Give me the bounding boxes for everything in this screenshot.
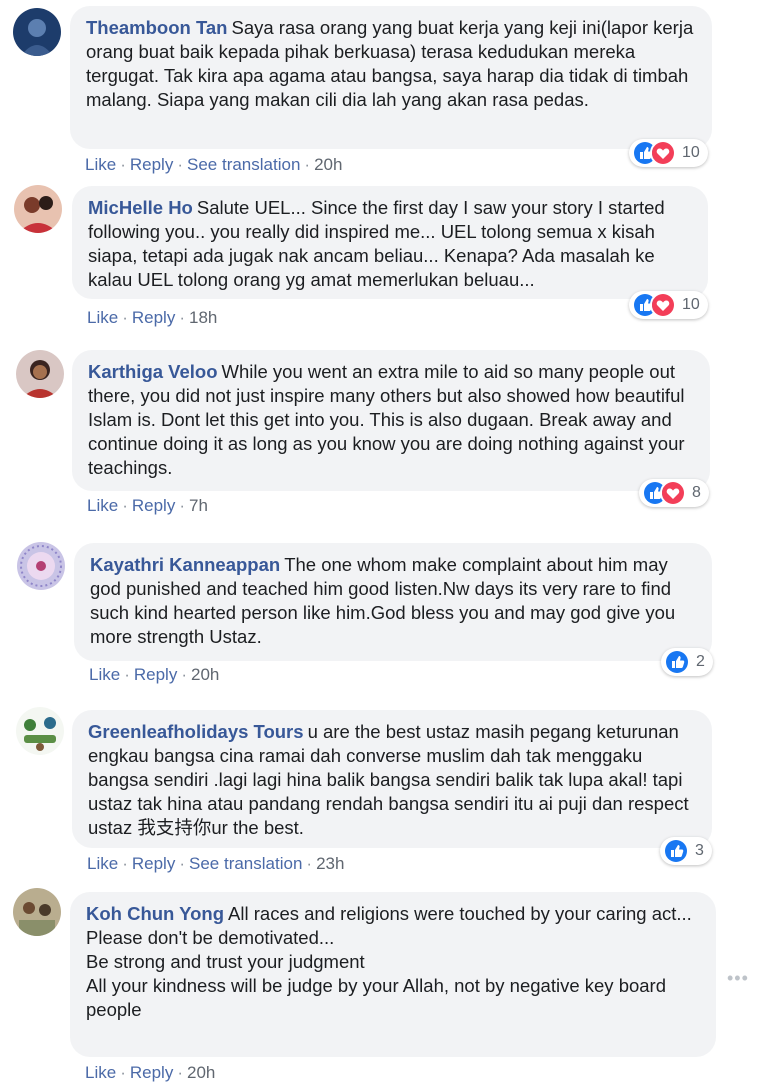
comment-author[interactable]: Kayathri Kanneappan [90, 554, 280, 575]
comment-bubble: Koh Chun Yong All races and religions wer… [70, 892, 716, 1057]
like-link[interactable]: Like [87, 854, 118, 873]
love-icon [660, 480, 686, 506]
reaction-summary[interactable]: 10 [629, 291, 708, 319]
comment-actions: Like · Reply · 20h [89, 665, 220, 684]
like-link[interactable]: Like [87, 308, 118, 327]
reaction-summary[interactable]: 3 [660, 837, 712, 865]
reply-link[interactable]: Reply [130, 1063, 173, 1082]
comment-actions: Like · Reply · See translation · 23h [87, 854, 345, 873]
reaction-count: 10 [682, 296, 700, 313]
reply-link[interactable]: Reply [132, 854, 175, 873]
see-translation-link[interactable]: See translation [189, 854, 302, 873]
comment-author[interactable]: Theamboon Tan [86, 17, 228, 38]
avatar[interactable] [13, 888, 61, 936]
love-icon [650, 140, 676, 166]
comment-time[interactable]: 20h [187, 1063, 215, 1082]
comment-actions: Like · Reply · See translation · 20h [85, 155, 343, 174]
like-link[interactable]: Like [89, 665, 120, 684]
reply-link[interactable]: Reply [132, 496, 175, 515]
avatar[interactable] [16, 350, 64, 398]
comment-actions: Like · Reply · 7h [87, 496, 208, 515]
comment-author[interactable]: Koh Chun Yong [86, 903, 224, 924]
comment-text-continued: Please don't be demotivated... Be strong… [86, 927, 667, 1020]
comment-time[interactable]: 23h [316, 854, 344, 873]
like-link[interactable]: Like [87, 496, 118, 515]
comment-actions: Like · Reply · 20h [85, 1063, 216, 1082]
reaction-count: 3 [695, 842, 704, 859]
reply-link[interactable]: Reply [134, 665, 177, 684]
reaction-count: 8 [692, 484, 701, 501]
avatar[interactable] [17, 542, 65, 590]
like-link[interactable]: Like [85, 1063, 116, 1082]
comment-bubble: Karthiga Veloo While you went an extra mi… [72, 350, 710, 491]
comment-actions: Like · Reply · 18h [87, 308, 218, 327]
comment-time[interactable]: 18h [189, 308, 217, 327]
reply-link[interactable]: Reply [130, 155, 173, 174]
reaction-count: 2 [696, 653, 705, 670]
reaction-summary[interactable]: 10 [629, 139, 708, 167]
reaction-summary[interactable]: 8 [639, 479, 709, 507]
reaction-count: 10 [682, 144, 700, 161]
love-icon [650, 292, 676, 318]
comment-text: All races and religions were touched by … [228, 903, 692, 924]
comment-time[interactable]: 20h [191, 665, 219, 684]
comment-author[interactable]: MicHelle Ho [88, 197, 193, 218]
more-options-icon[interactable]: ••• [727, 968, 749, 989]
avatar[interactable] [16, 707, 64, 755]
like-icon [664, 649, 690, 675]
comment-bubble: Theamboon Tan Saya rasa orang yang buat k… [70, 6, 712, 149]
comment-bubble: Greenleafholidays Tours u are the best us… [72, 710, 712, 848]
comment-author[interactable]: Greenleafholidays Tours [88, 721, 304, 742]
like-icon [663, 838, 689, 864]
reaction-summary[interactable]: 2 [661, 648, 713, 676]
comment-author[interactable]: Karthiga Veloo [88, 361, 218, 382]
avatar[interactable] [13, 8, 61, 56]
like-link[interactable]: Like [85, 155, 116, 174]
reply-link[interactable]: Reply [132, 308, 175, 327]
avatar[interactable] [14, 185, 62, 233]
see-translation-link[interactable]: See translation [187, 155, 300, 174]
comment-bubble: MicHelle Ho Salute UEL... Since the first… [72, 186, 708, 299]
comment-time[interactable]: 7h [189, 496, 208, 515]
comment-bubble: Kayathri Kanneappan The one whom make com… [74, 543, 712, 661]
comment-time[interactable]: 20h [314, 155, 342, 174]
